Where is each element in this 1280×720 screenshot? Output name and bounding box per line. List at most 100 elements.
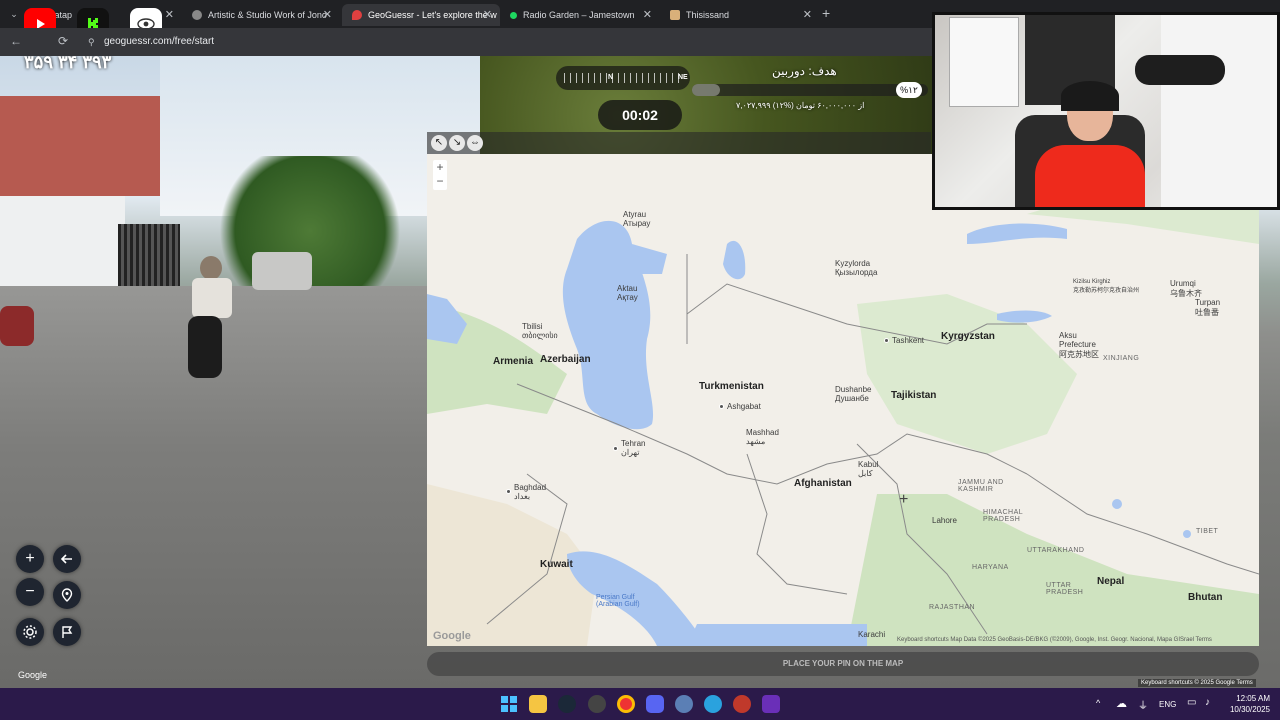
clock[interactable]: 12:05 AM 10/30/2025	[1224, 693, 1270, 715]
tab-close-icon[interactable]: ✕	[165, 8, 174, 21]
city-label: Dushanbe Душанбе	[835, 385, 872, 403]
undo-move-button[interactable]	[53, 545, 81, 573]
new-tab-button[interactable]: +	[822, 5, 830, 21]
webcam-wall	[1161, 15, 1277, 207]
language-indicator[interactable]: ENG	[1159, 700, 1176, 709]
map-zoom-in-button[interactable]: +	[433, 160, 447, 174]
tab-artistic[interactable]: Artistic & Studio Work of Jono ✕	[182, 4, 340, 26]
zoom-in-button[interactable]: +	[16, 545, 44, 573]
country-label: Afghanistan	[794, 478, 852, 489]
chevron-up-icon[interactable]: ^	[1096, 698, 1100, 708]
map-toolbar	[427, 132, 931, 154]
compass-ticks	[564, 73, 682, 83]
return-to-start-button[interactable]	[53, 581, 81, 609]
compass-northeast: NE	[678, 74, 688, 81]
flag-icon[interactable]	[53, 618, 81, 646]
country-label: Kuwait	[540, 559, 573, 570]
compass: N NE	[556, 66, 690, 90]
taskbar: ^ ☁ ⏚ ENG ▭ ♪ 12:05 AM 10/30/2025	[0, 688, 1280, 720]
streetview-attribution: Keyboard shortcuts © 2025 Google Terms	[1138, 679, 1256, 687]
city-label: Atyrau Атырау	[623, 210, 651, 228]
parked-car	[252, 252, 312, 290]
url-field[interactable]: geoguessr.com/free/start	[104, 36, 214, 47]
radio-favicon-icon	[510, 11, 517, 19]
cloud-icon[interactable]: ☁	[1116, 697, 1127, 710]
city-label: Urumqi 乌鲁木齐	[1170, 279, 1202, 298]
reload-icon[interactable]: ⟳	[58, 34, 68, 48]
place-pin-button[interactable]: PLACE YOUR PIN ON THE MAP	[427, 652, 1259, 676]
discord-icon[interactable]	[646, 695, 664, 713]
motorcycle	[188, 316, 222, 378]
volume-icon[interactable]: ♪	[1205, 697, 1210, 708]
guess-map[interactable]: + − Kyrgyzstan Armenia Azerbaijan Turkme…	[427, 154, 1259, 646]
steam-icon[interactable]	[558, 695, 576, 713]
water-label: Persian Gulf (Arabian Gulf)	[596, 594, 640, 608]
tab-close-icon[interactable]: ✕	[323, 8, 332, 21]
app-icon[interactable]	[733, 695, 751, 713]
round-timer: 00:02	[598, 100, 682, 130]
map-shrink-icon[interactable]: ↖	[431, 135, 447, 151]
app-icon[interactable]	[675, 695, 693, 713]
webcam-mic-arm	[1135, 55, 1225, 85]
city-label: Tehran تهران	[621, 439, 646, 457]
city-label: Kyzylorda Қызылорда	[835, 259, 878, 277]
donation-percent: %۱۲	[896, 82, 922, 98]
country-label: Azerbaijan	[540, 354, 591, 365]
tab-close-icon[interactable]: ✕	[643, 8, 652, 21]
tab-close-icon[interactable]: ✕	[483, 8, 492, 21]
city-label: Tashkent	[892, 336, 925, 345]
tab-geoguessr[interactable]: GeoGuessr - Let's explore the w ✕	[342, 4, 500, 26]
site-info-icon[interactable]: ⚲	[88, 37, 95, 48]
region-label: UTTARAKHAND	[1027, 547, 1085, 554]
map-zoom-control[interactable]: + −	[433, 160, 447, 190]
map-pin-toggle-icon[interactable]: ⇔	[467, 135, 483, 151]
chrome-icon[interactable]	[617, 695, 635, 713]
streamer-shirt	[1035, 145, 1145, 207]
map-expand-icon[interactable]: ↘	[449, 135, 465, 151]
map-attribution: Keyboard shortcuts Map Data ©2025 GeoBas…	[897, 637, 1212, 643]
tab-thisissand[interactable]: Thisissand ✕	[660, 4, 820, 26]
city-label: Tbilisi თბილისი	[522, 322, 558, 340]
city-dot	[884, 338, 889, 343]
city-label: Baghdad بغداد	[514, 483, 547, 501]
donation-progress-fill	[692, 84, 721, 96]
city-label: Mashhad مشهد	[746, 428, 779, 446]
donation-progress-bar	[692, 84, 928, 96]
donation-goal-title: هدف: دوربین	[772, 64, 837, 78]
country-label: Bhutan	[1188, 592, 1223, 603]
city-label: Kabul کابل	[858, 460, 879, 478]
red-motorbike	[0, 306, 34, 346]
region-label: JAMMU AND KASHMIR	[958, 479, 1004, 493]
screen: { "browser": { "tabs": [ {"label": "tata…	[0, 0, 1280, 720]
streamer	[1035, 81, 1145, 207]
region-label: HIMACHAL PRADESH	[983, 509, 1024, 523]
zoom-out-button[interactable]: −	[16, 578, 44, 606]
telegram-icon[interactable]	[704, 695, 722, 713]
country-label: Nepal	[1097, 576, 1125, 587]
city-label: Ashgabat	[727, 402, 761, 411]
tab-search-icon[interactable]: ⌄	[6, 6, 22, 22]
tab-radio-garden[interactable]: Radio Garden – Jamestown ✕	[500, 4, 660, 26]
city-dot	[613, 446, 618, 451]
network-icon[interactable]: ▭	[1187, 697, 1196, 708]
tab-close-icon[interactable]: ✕	[803, 8, 812, 21]
city-dot	[506, 489, 511, 494]
city-label: Aksu Prefecture 阿克苏地区	[1059, 331, 1099, 359]
region-label: HARYANA	[972, 564, 1009, 571]
back-arrow-icon[interactable]: ←	[10, 34, 22, 48]
app-icon[interactable]	[588, 695, 606, 713]
donation-amount: ۷,۰۲۷,۹۹۹ از ۶۰,۰۰۰,۰۰۰ تومان (%۱۲)	[736, 101, 865, 110]
settings-gear-icon[interactable]	[16, 618, 44, 646]
compass-north: N	[608, 74, 614, 81]
google-logo: Google	[433, 630, 471, 642]
windows-start-icon[interactable]	[500, 695, 518, 713]
streamer-webcam	[932, 12, 1280, 210]
file-explorer-icon[interactable]	[529, 695, 547, 713]
mic-icon[interactable]: ⏚	[1138, 697, 1148, 712]
crosshair-cursor-icon: +	[899, 491, 909, 508]
country-label: Tajikistan	[891, 390, 937, 401]
app-icon[interactable]	[762, 695, 780, 713]
streamer-headphones	[1061, 81, 1119, 111]
rider-head	[200, 256, 222, 280]
map-zoom-out-button[interactable]: −	[433, 174, 447, 188]
